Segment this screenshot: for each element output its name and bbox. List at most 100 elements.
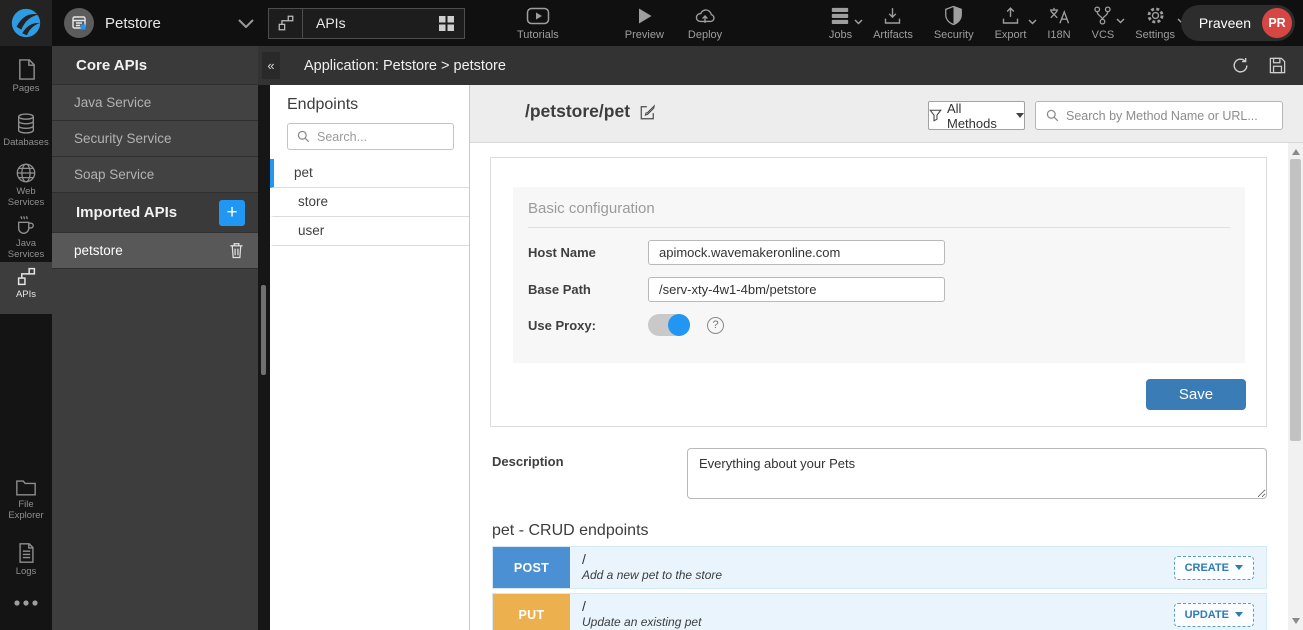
header-actions	[1231, 56, 1287, 75]
description-textarea[interactable]: Everything about your Pets	[687, 448, 1267, 499]
i18n-button[interactable]: I18N	[1047, 6, 1070, 41]
rail-item-logs[interactable]: Logs	[0, 538, 52, 577]
endpoints-search-input[interactable]	[317, 130, 453, 144]
module-selector[interactable]: APIs	[268, 8, 465, 39]
crud-row-post[interactable]: POST / Add a new pet to the store CREATE	[492, 546, 1267, 589]
brand-logo[interactable]	[0, 0, 52, 46]
methods-filter-value: All Methods	[947, 101, 1011, 131]
user-menu[interactable]: Praveen PR	[1181, 5, 1295, 41]
wavemaker-logo-icon	[9, 6, 43, 40]
vcs-label: VCS	[1092, 29, 1115, 41]
user-name: Praveen	[1199, 15, 1251, 31]
sidebar-item-java-service[interactable]: Java Service	[52, 85, 258, 121]
deploy-label: Deploy	[688, 29, 722, 41]
host-name-row: Host Name	[528, 240, 1230, 265]
method-badge-put: PUT	[493, 594, 570, 630]
sidebar-item-soap-service[interactable]: Soap Service	[52, 157, 258, 193]
sidebar-scrollbar[interactable]	[258, 85, 270, 630]
crud-row-body: / Add a new pet to the store	[570, 547, 1174, 588]
vcs-button[interactable]: VCS	[1092, 5, 1115, 41]
crud-description: Update an existing pet	[582, 615, 1174, 629]
create-action-button[interactable]: CREATE	[1174, 556, 1254, 580]
topbar-tools: Jobs Artifacts	[829, 0, 1175, 46]
base-path-input[interactable]	[648, 277, 945, 302]
scroll-down-arrow[interactable]	[1292, 618, 1300, 624]
project-selector[interactable]: Petstore	[64, 8, 268, 38]
export-button[interactable]: Export	[995, 6, 1027, 41]
methods-filter-select[interactable]: All Methods	[928, 101, 1025, 130]
upload-icon	[1000, 6, 1021, 26]
content-scrollbar[interactable]	[1288, 143, 1303, 630]
base-path-row: Base Path	[528, 277, 1230, 302]
rail-label: File Explorer	[8, 499, 43, 521]
rail-item-databases[interactable]: Databases	[0, 108, 52, 148]
sidebar-item-security-service[interactable]: Security Service	[52, 121, 258, 157]
rail-item-more[interactable]	[0, 595, 52, 609]
main-toolbar: /petstore/pet All Methods	[470, 85, 1303, 143]
grid-icon[interactable]	[438, 15, 455, 32]
endpoints-search[interactable]	[287, 123, 454, 150]
rail-label: APIs	[16, 289, 36, 300]
download-icon	[882, 6, 903, 26]
application-breadcrumb: Application: Petstore > petstore	[304, 58, 506, 74]
trash-icon[interactable]	[229, 242, 244, 259]
help-icon[interactable]: ?	[707, 317, 724, 334]
crud-row-put[interactable]: PUT / Update an existing pet UPDATE	[492, 593, 1267, 630]
method-badge-post: POST	[493, 547, 570, 588]
edit-icon[interactable]	[639, 103, 657, 121]
application-header: « Application: Petstore > petstore	[258, 46, 1303, 85]
rail-item-pages[interactable]: Pages	[0, 54, 52, 94]
endpoint-item-store[interactable]: store	[270, 188, 469, 217]
preview-button[interactable]: Preview	[625, 6, 664, 41]
rail-item-web-services[interactable]: Web Services	[0, 158, 52, 209]
project-name: Petstore	[105, 15, 161, 32]
add-api-button[interactable]: +	[219, 200, 245, 226]
log-document-icon	[0, 542, 52, 564]
chevron-down-icon	[1235, 612, 1243, 617]
rail-item-apis[interactable]: APIs	[0, 262, 52, 314]
rail-item-file-explorer[interactable]: File Explorer	[0, 474, 52, 522]
api-sidebar: Core APIs Java Service Security Service …	[52, 46, 258, 630]
jobs-button[interactable]: Jobs	[829, 6, 852, 41]
endpoint-item-user[interactable]: user	[270, 217, 469, 246]
chevron-down-icon	[238, 19, 254, 28]
chevron-down-icon	[1116, 18, 1125, 24]
sidebar-scrollbar-thumb[interactable]	[261, 285, 266, 375]
artifacts-button[interactable]: Artifacts	[873, 6, 913, 41]
base-path-label: Base Path	[528, 282, 648, 297]
translate-icon	[1048, 6, 1070, 26]
method-search[interactable]	[1035, 101, 1283, 130]
sidebar-item-petstore[interactable]: petstore	[52, 233, 258, 269]
deploy-button[interactable]: Deploy	[688, 6, 722, 41]
endpoint-item-pet[interactable]: pet	[270, 159, 469, 188]
toggle-knob	[668, 314, 690, 336]
save-button[interactable]: Save	[1146, 379, 1246, 410]
save-icon[interactable]	[1268, 56, 1287, 75]
settings-button[interactable]: Settings	[1135, 5, 1175, 41]
refresh-icon[interactable]	[1231, 56, 1250, 75]
branch-icon	[1092, 5, 1113, 26]
crud-path: /	[582, 598, 1174, 614]
scrollbar-thumb[interactable]	[1290, 159, 1301, 441]
imported-apis-header: Imported APIs +	[52, 193, 258, 233]
method-search-input[interactable]	[1066, 109, 1282, 123]
basic-configuration-title: Basic configuration	[528, 187, 1230, 228]
collapse-sidebar-button[interactable]: «	[262, 52, 280, 79]
settings-label: Settings	[1135, 29, 1175, 41]
update-action-button[interactable]: UPDATE	[1174, 603, 1254, 627]
coffee-icon	[0, 214, 52, 236]
globe-icon	[0, 162, 52, 184]
endpoint-path-title: /petstore/pet	[525, 101, 657, 122]
preview-label: Preview	[625, 29, 664, 41]
endpoints-title: Endpoints	[287, 96, 469, 114]
rail-item-java-services[interactable]: Java Services	[0, 210, 52, 261]
scroll-up-arrow[interactable]	[1292, 149, 1300, 155]
item-label: petstore	[74, 243, 123, 258]
use-proxy-toggle[interactable]	[648, 314, 690, 336]
host-name-input[interactable]	[648, 240, 945, 265]
use-proxy-label: Use Proxy:	[528, 318, 648, 333]
configuration-card: Basic configuration Host Name Base Path …	[490, 157, 1267, 427]
chevron-down-icon	[854, 19, 863, 25]
security-button[interactable]: Security	[934, 5, 974, 41]
tutorials-button[interactable]: Tutorials	[517, 6, 559, 41]
